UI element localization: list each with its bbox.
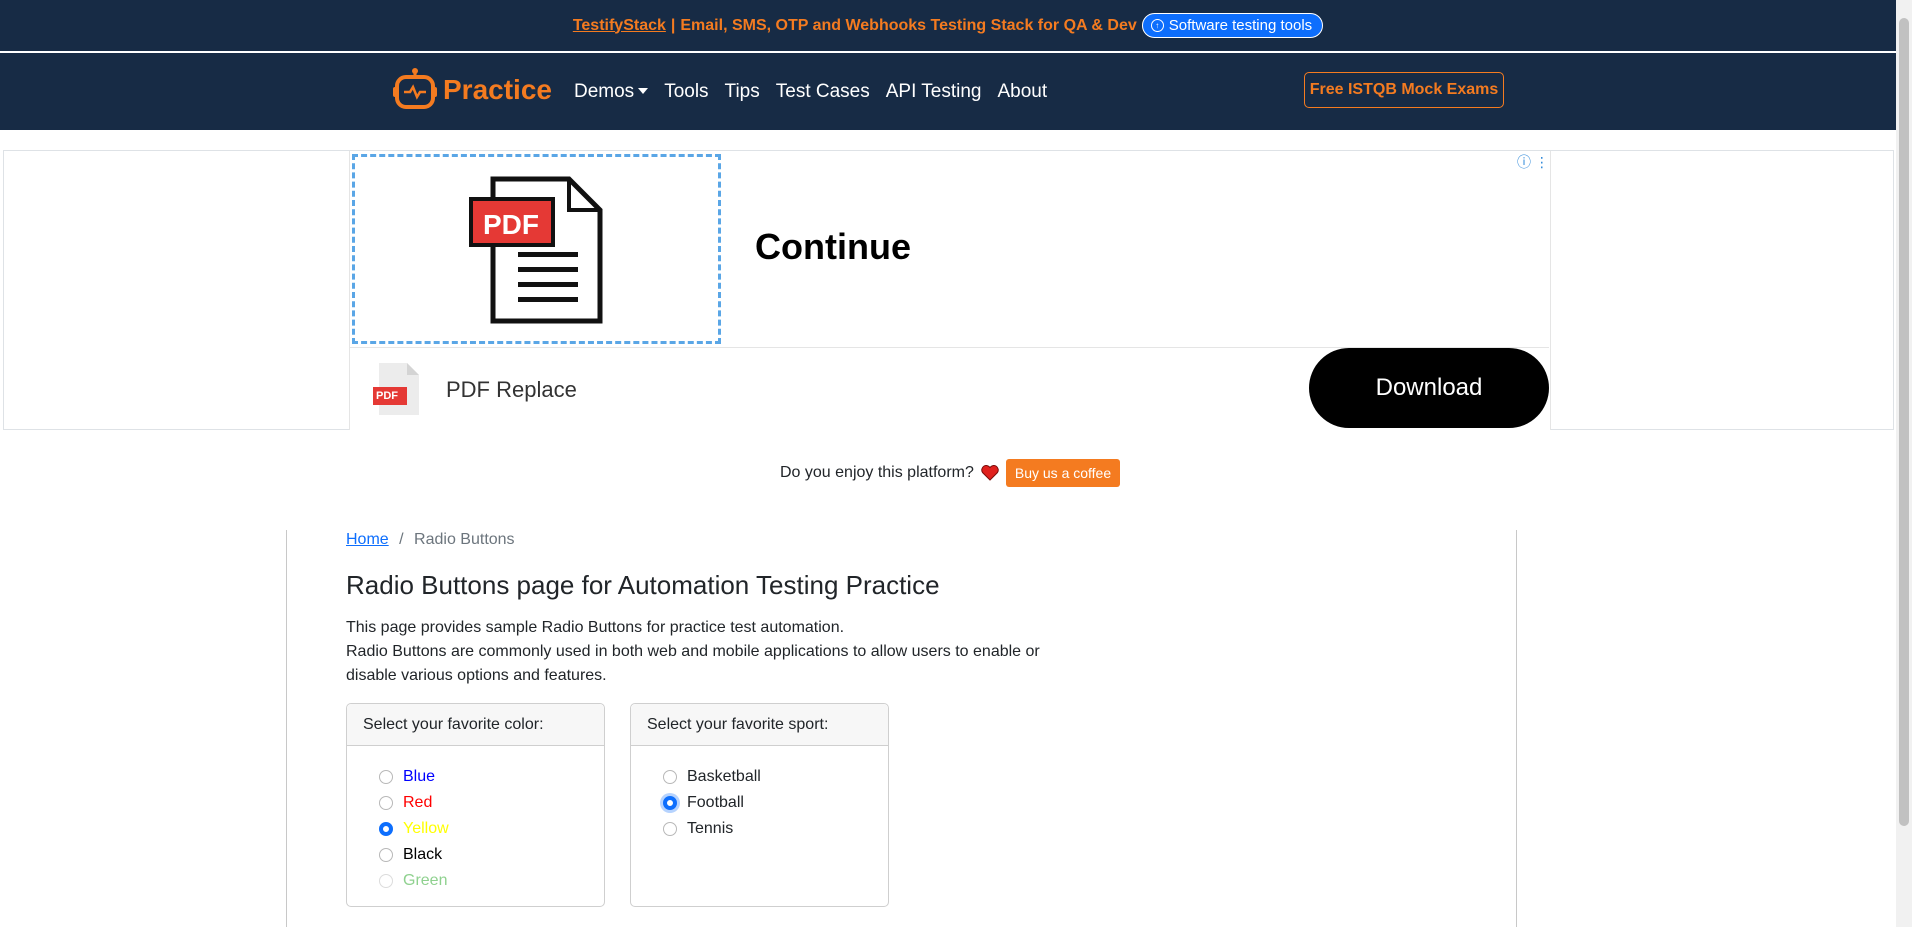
- description-line-1: This page provides sample Radio Buttons …: [346, 619, 845, 636]
- description-line-2: Radio Buttons are commonly used in both …: [346, 643, 1040, 684]
- sport-option-basketball[interactable]: Basketball: [663, 764, 888, 790]
- page-description: This page provides sample Radio Buttons …: [346, 616, 1066, 688]
- ad-brand-icon-label: PDF: [376, 390, 398, 402]
- ad-headline[interactable]: Continue: [755, 226, 911, 268]
- announcement-separator: |: [670, 16, 676, 34]
- nav-links: Demos Tools Tips Test Cases API Testing …: [574, 53, 1047, 130]
- heart-icon: [981, 465, 999, 481]
- radio-label-basketball[interactable]: Basketball: [687, 768, 761, 786]
- pdf-document-icon: [469, 176, 603, 324]
- sport-card: Select your favorite sport: Basketball F…: [630, 703, 889, 907]
- brand-logo-link[interactable]: Practice: [393, 67, 552, 113]
- breadcrumb-home-link[interactable]: Home: [346, 531, 389, 548]
- breadcrumb: Home / Radio Buttons: [346, 531, 515, 549]
- radio-black[interactable]: [379, 848, 393, 862]
- radio-label-blue[interactable]: Blue: [403, 768, 435, 786]
- radio-green: [379, 874, 393, 888]
- breadcrumb-current: Radio Buttons: [414, 531, 515, 548]
- radio-label-football[interactable]: Football: [687, 794, 744, 812]
- color-option-green: Green: [379, 868, 604, 894]
- nav-tools[interactable]: Tools: [664, 81, 708, 103]
- color-card: Select your favorite color: Blue Red Yel…: [346, 703, 605, 907]
- radio-tennis[interactable]: [663, 822, 677, 836]
- color-option-black[interactable]: Black: [379, 842, 604, 868]
- ad-image-label: PDF: [483, 209, 539, 240]
- nav-tips[interactable]: Tips: [725, 81, 760, 103]
- sport-card-header: Select your favorite sport:: [631, 704, 888, 746]
- radio-football[interactable]: [663, 796, 677, 810]
- radio-red[interactable]: [379, 796, 393, 810]
- software-testing-tools-button[interactable]: ↑ Software testing tools: [1141, 13, 1324, 38]
- pdf-file-icon: [373, 363, 419, 415]
- caret-down-icon: [638, 88, 649, 95]
- radio-yellow[interactable]: [379, 822, 393, 836]
- color-radio-group: Blue Red Yellow Black Green: [347, 746, 604, 894]
- color-option-yellow[interactable]: Yellow: [379, 816, 604, 842]
- buy-coffee-button[interactable]: Buy us a coffee: [1005, 459, 1121, 487]
- tools-pill-label: Software testing tools: [1168, 17, 1313, 34]
- sport-option-tennis[interactable]: Tennis: [663, 816, 888, 842]
- nav-about[interactable]: About: [998, 81, 1048, 103]
- brand-name: Practice: [443, 74, 552, 105]
- istqb-mock-exams-button[interactable]: Free ISTQB Mock Exams: [1304, 72, 1504, 108]
- ad-brand-icon: PDF: [373, 363, 421, 415]
- breadcrumb-separator: /: [399, 531, 404, 548]
- nav-demos-label: Demos: [574, 80, 635, 102]
- radio-label-yellow[interactable]: Yellow: [403, 820, 449, 838]
- radio-label-red[interactable]: Red: [403, 794, 432, 812]
- arrow-up-circle-icon: ↑: [1150, 19, 1164, 32]
- color-option-red[interactable]: Red: [379, 790, 604, 816]
- page-title: Radio Buttons page for Automation Testin…: [346, 570, 940, 600]
- radio-label-tennis[interactable]: Tennis: [687, 820, 733, 838]
- nav-api-testing[interactable]: API Testing: [886, 81, 982, 103]
- ad-download-button[interactable]: Download: [1309, 348, 1549, 428]
- robot-logo-icon: [393, 68, 437, 109]
- nav-demos-dropdown[interactable]: Demos: [574, 80, 649, 103]
- enjoy-text: Do you enjoy this platform?: [780, 464, 974, 481]
- radio-blue[interactable]: [379, 770, 393, 784]
- sport-radio-group: Basketball Football Tennis: [631, 746, 888, 842]
- scrollbar-thumb[interactable]: [1899, 18, 1909, 826]
- ad-brand-name[interactable]: PDF Replace: [446, 377, 577, 403]
- announcement-text: Email, SMS, OTP and Webhooks Testing Sta…: [680, 16, 1137, 34]
- nav-test-cases[interactable]: Test Cases: [776, 81, 870, 103]
- radio-label-black[interactable]: Black: [403, 846, 442, 864]
- sport-option-football[interactable]: Football: [663, 790, 888, 816]
- announcement-bar: TestifyStack | Email, SMS, OTP and Webho…: [0, 0, 1896, 53]
- color-option-blue[interactable]: Blue: [379, 764, 604, 790]
- color-card-header: Select your favorite color:: [347, 704, 604, 746]
- page-scrollbar[interactable]: [1896, 0, 1912, 927]
- radio-basketball[interactable]: [663, 770, 677, 784]
- ad-image[interactable]: PDF: [352, 154, 721, 344]
- main-navbar: Practice Demos Tools Tips Test Cases API…: [0, 53, 1896, 130]
- radio-label-green: Green: [403, 872, 448, 889]
- ad-info-icon[interactable]: ⓘ ⋮: [1517, 152, 1549, 172]
- enjoy-platform-row: Do you enjoy this platform? Buy us a cof…: [780, 459, 1121, 487]
- testifystack-link[interactable]: TestifyStack: [573, 17, 666, 35]
